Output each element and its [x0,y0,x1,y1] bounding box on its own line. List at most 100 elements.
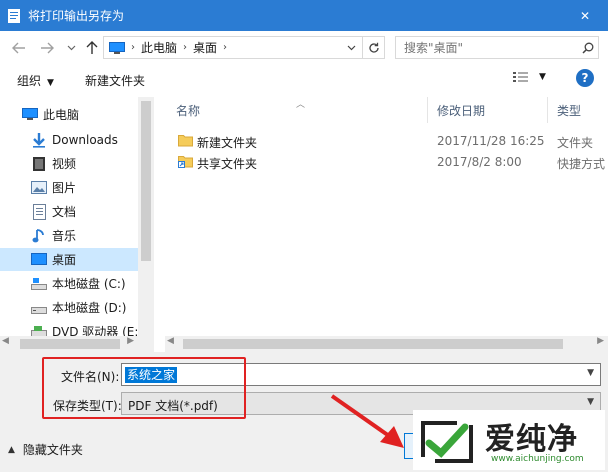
folder-icon [178,135,193,147]
aichunjing-logo-icon [421,421,473,463]
nav-item-this-pc[interactable]: 此电脑 [0,103,138,126]
chevron-down-icon[interactable]: ▼ [587,397,594,407]
search-box[interactable] [395,36,599,59]
nav-item-music[interactable]: 音乐 [0,224,138,247]
scroll-right-icon[interactable]: ▶ [127,336,134,346]
column-date-label: 修改日期 [437,103,486,118]
music-icon [31,228,47,244]
file-type: 快捷方式 [557,157,606,171]
column-header-name[interactable]: 名称 [176,97,200,123]
scroll-left-icon[interactable]: ◀ [2,336,9,346]
column-header-date[interactable]: 修改日期 [437,97,485,123]
printer-doc-icon [8,8,20,23]
nav-vertical-scrollbar[interactable] [138,97,154,352]
breadcrumb-separator-icon: › [131,42,135,53]
nav-item-documents[interactable]: 文档 [0,200,138,223]
up-button[interactable] [81,37,103,59]
close-button[interactable]: ✕ [562,0,608,31]
nav-item-desktop[interactable]: 桌面 [0,248,138,271]
file-row[interactable]: 共享文件夹 2017/8/2 8:00 快捷方式 [165,151,608,173]
nav-item-label: 本地磁盘 (C:) [52,277,126,291]
computer-icon [22,107,38,123]
file-horizontal-scrollbar[interactable]: ◀ ▶ [165,336,608,352]
search-input[interactable] [404,40,578,55]
drive-d-icon [31,300,47,316]
videos-icon [31,156,47,172]
navigation-pane: 此电脑 Downloads 视频 图片 文档 音乐 桌面 本地磁盘 (C:) 本… [0,97,154,352]
nav-item-label: 音乐 [52,229,77,243]
file-name: 新建文件夹 [197,136,258,150]
column-divider[interactable] [427,97,428,123]
refresh-icon [368,42,379,53]
organize-button[interactable]: 组织 ▼ [17,72,54,89]
address-row: › 此电脑 › 桌面 › [0,31,608,65]
nav-item-videos[interactable]: 视频 [0,152,138,175]
nav-item-label: 图片 [52,181,77,195]
caret-down-icon: ▼ [47,78,54,88]
back-button[interactable] [8,37,30,59]
scroll-left-icon[interactable]: ◀ [167,336,174,346]
scrollbar-thumb[interactable] [141,101,151,261]
caret-up-icon: ▲ [8,444,15,455]
new-folder-button[interactable]: 新建文件夹 [85,72,145,89]
file-type: 文件夹 [557,136,594,150]
desktop-icon [31,252,47,268]
command-bar: 组织 ▼ 新建文件夹 ▼ ? [0,65,608,95]
scroll-right-icon[interactable]: ▶ [597,336,604,346]
downloads-icon [31,132,47,148]
nav-item-label: 本地磁盘 (D:) [52,301,127,315]
refresh-button[interactable] [362,37,384,58]
scrollbar-thumb[interactable] [20,339,120,349]
scrollbar-thumb[interactable] [183,339,563,349]
forward-button[interactable] [36,37,58,59]
hide-folders-label: 隐藏文件夹 [22,443,83,457]
nav-item-drive-c[interactable]: 本地磁盘 (C:) [0,272,138,295]
nav-item-label: 桌面 [52,253,77,267]
address-dropdown-button[interactable] [342,37,360,58]
annotation-highlight-box [42,357,246,419]
file-row[interactable]: 新建文件夹 2017/11/28 16:25 文件夹 [165,130,608,152]
nav-item-pictures[interactable]: 图片 [0,176,138,199]
breadcrumb-this-pc[interactable]: 此电脑 [141,39,177,56]
nav-horizontal-scrollbar[interactable]: ◀ ▶ [0,336,154,352]
organize-label: 组织 [17,74,42,88]
column-name-label: 名称 [176,103,201,118]
caret-down-icon: ▼ [539,72,546,82]
back-arrow-icon [12,42,25,54]
watermark-text: 爱纯净 [485,422,578,457]
drive-c-icon [31,276,47,292]
up-arrow-icon [86,41,98,54]
search-icon[interactable] [578,42,598,54]
help-icon: ? [581,71,589,85]
nav-item-label: 文档 [52,205,77,219]
nav-item-drive-d[interactable]: 本地磁盘 (D:) [0,296,138,319]
sort-ascending-icon: ︿ [296,100,306,110]
chevron-down-icon[interactable]: ▼ [587,368,594,378]
file-list: ︿ 名称 修改日期 类型 新建文件夹 2017/11/28 16:25 文件夹 … [165,97,608,352]
new-folder-label: 新建文件夹 [85,74,146,88]
documents-icon [31,203,47,220]
help-button[interactable]: ? [576,69,594,87]
breadcrumb-separator-icon: › [183,42,188,53]
file-date: 2017/8/2 8:00 [437,155,522,169]
nav-item-downloads[interactable]: Downloads [0,128,138,151]
column-type-label: 类型 [557,103,582,118]
recent-locations-button[interactable] [60,37,82,59]
title-bar: 将打印输出另存为 ✕ [0,0,608,31]
close-icon: ✕ [579,8,591,23]
address-bar[interactable]: › 此电脑 › 桌面 › [103,36,385,59]
annotation-arrow-icon [330,394,404,448]
breadcrumb-desktop[interactable]: 桌面 [193,39,217,56]
column-divider[interactable] [547,97,548,123]
change-view-button[interactable]: ▼ [513,71,546,83]
pictures-icon [31,180,47,196]
folder-shortcut-icon [178,156,193,168]
computer-icon [109,41,125,54]
watermark: 爱纯净 www.aichunjing.com [413,410,605,470]
hide-folders-toggle[interactable]: ▲ 隐藏文件夹 [8,441,83,458]
breadcrumb-separator-icon: › [223,42,228,53]
chevron-down-icon [67,45,75,51]
column-header-type[interactable]: 类型 [557,97,581,123]
nav-item-label: 视频 [52,157,77,171]
view-details-icon [513,72,528,82]
